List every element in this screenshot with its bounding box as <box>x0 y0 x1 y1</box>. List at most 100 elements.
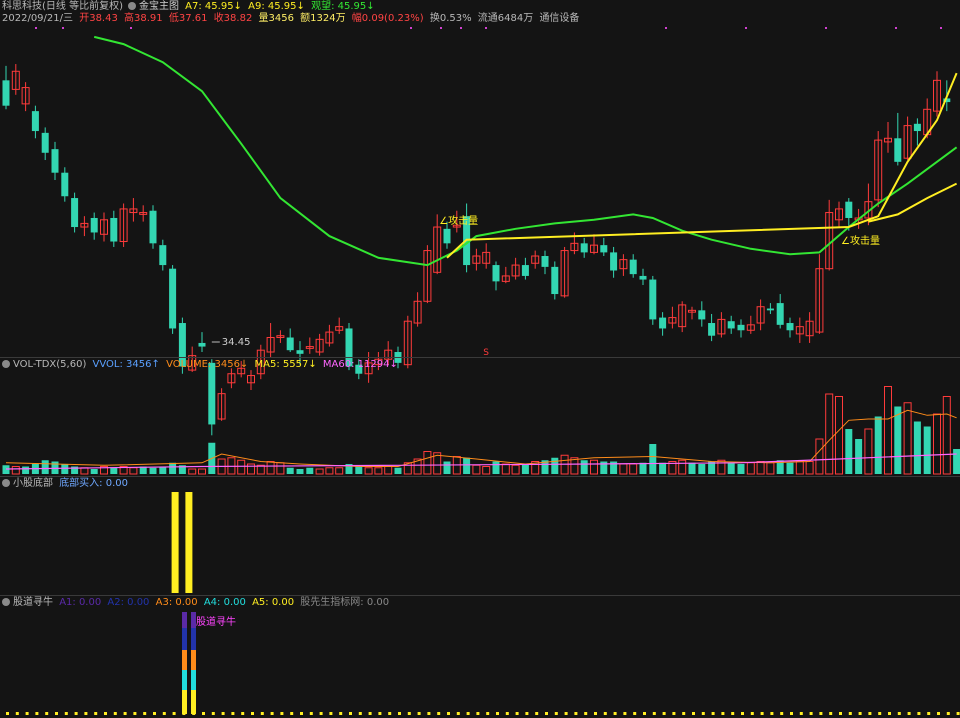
candle-body <box>629 259 637 275</box>
volume-bar <box>501 463 510 475</box>
gu-a3: A3: 0.00 <box>155 597 198 608</box>
bottom-dot <box>878 712 882 715</box>
bottom-dot <box>603 712 607 715</box>
bottom-dot <box>888 712 891 715</box>
bottom-dot <box>535 712 539 715</box>
volume-bar <box>894 406 902 474</box>
volume-bar <box>649 444 657 474</box>
gu-signal-label: 股道寻牛 <box>196 615 236 628</box>
volume-bar <box>247 463 255 475</box>
volume-bar <box>335 467 344 475</box>
bottom-dot <box>349 712 352 715</box>
bottom-dot <box>868 712 872 715</box>
volume-bar <box>492 461 500 474</box>
candle-body <box>286 337 294 351</box>
bottom-dot <box>300 712 303 715</box>
candle-body <box>541 256 549 267</box>
bottom-dot <box>858 712 862 715</box>
bottom-dot <box>6 712 9 715</box>
signal-dot <box>130 27 132 29</box>
bottom-dot <box>172 712 176 715</box>
candle-body <box>610 252 618 271</box>
volume-bar <box>286 467 294 474</box>
candle-body <box>296 350 304 354</box>
candle-body <box>149 210 157 244</box>
bottom-dot <box>662 712 666 715</box>
volume-bar <box>795 461 804 475</box>
volume-bar <box>315 468 324 475</box>
volume-bar <box>11 466 20 475</box>
vvol-value: VVOL: 3456↑ <box>92 359 160 370</box>
bottom-dot <box>437 712 441 715</box>
volume-bar <box>394 467 402 474</box>
bottom-dot <box>368 712 372 715</box>
bottom-dot <box>329 712 333 715</box>
vol-panel-name[interactable]: VOL-TDX(5,60) <box>13 359 86 370</box>
volume-bar <box>835 396 843 475</box>
bottom-dot <box>917 712 921 715</box>
signal-dot <box>665 27 667 29</box>
bottom-dot <box>290 712 294 715</box>
candle-body <box>71 198 79 228</box>
xiaogu-panel-name[interactable]: 小股底部 <box>13 478 53 489</box>
bottom-dot <box>113 712 117 715</box>
volume-bar <box>629 463 638 475</box>
bottom-dot <box>956 712 960 715</box>
bottom-dot <box>447 712 450 715</box>
vol-toggle-icon[interactable] <box>2 360 10 368</box>
bottom-dot <box>153 712 156 715</box>
bottom-dot <box>515 712 519 715</box>
bottom-dot <box>848 712 852 715</box>
signal-dot <box>35 27 37 29</box>
bottom-dot <box>946 712 950 715</box>
gu-panel-name[interactable]: 股道寻牛 <box>13 597 53 608</box>
candle-body <box>492 265 500 282</box>
low-price-label: 34.45 <box>222 337 251 348</box>
candle-body <box>90 217 98 233</box>
volume-bar <box>41 460 49 474</box>
signal-dot <box>940 27 942 29</box>
bottom-dot <box>594 712 597 715</box>
volume-bar <box>864 428 873 475</box>
signal-dot <box>62 27 64 29</box>
bottom-dot <box>84 712 88 715</box>
bottom-dot <box>231 712 235 715</box>
bottom-dot <box>466 712 470 715</box>
bottom-dot <box>358 712 362 715</box>
xiaogu-toggle-icon[interactable] <box>2 479 10 487</box>
bottom-dot <box>525 712 529 715</box>
bottom-dot <box>701 712 705 715</box>
gu-signal-bar <box>182 612 187 628</box>
bottom-dot <box>15 712 19 715</box>
gu-a2: A2: 0.00 <box>107 597 150 608</box>
bottom-dot <box>554 712 558 715</box>
signal-dot <box>440 27 442 29</box>
xiaogu-panel-header: 小股底部 底部买入: 0.00 <box>2 478 131 490</box>
volume-bar <box>737 464 745 474</box>
volume-bar <box>149 467 157 474</box>
bottom-dot <box>897 712 901 715</box>
attack-volume-label-2: ∠攻击量 <box>841 234 880 247</box>
bottom-dot <box>133 712 137 715</box>
bottom-dot <box>907 712 911 715</box>
gu-toggle-icon[interactable] <box>2 598 10 606</box>
candle-body <box>110 217 118 242</box>
volume-bar <box>443 461 451 474</box>
volume-bar <box>815 438 824 475</box>
volume-bar <box>727 462 735 474</box>
volume-bar <box>698 464 706 474</box>
signal-dot <box>895 27 897 29</box>
bottom-dot <box>339 712 343 715</box>
bottom-dot <box>721 712 725 715</box>
bottom-dot <box>672 712 676 715</box>
green-trend-line <box>93 35 958 267</box>
volume-bar <box>805 461 814 475</box>
bottom-dot <box>486 712 490 715</box>
signal-dot <box>745 27 747 29</box>
yellow-trend-line <box>446 72 958 259</box>
volume-bar <box>884 386 892 475</box>
bottom-dot <box>192 712 196 715</box>
volume-bar <box>766 462 775 475</box>
candle-body <box>845 201 853 218</box>
bottom-dot <box>25 712 29 715</box>
